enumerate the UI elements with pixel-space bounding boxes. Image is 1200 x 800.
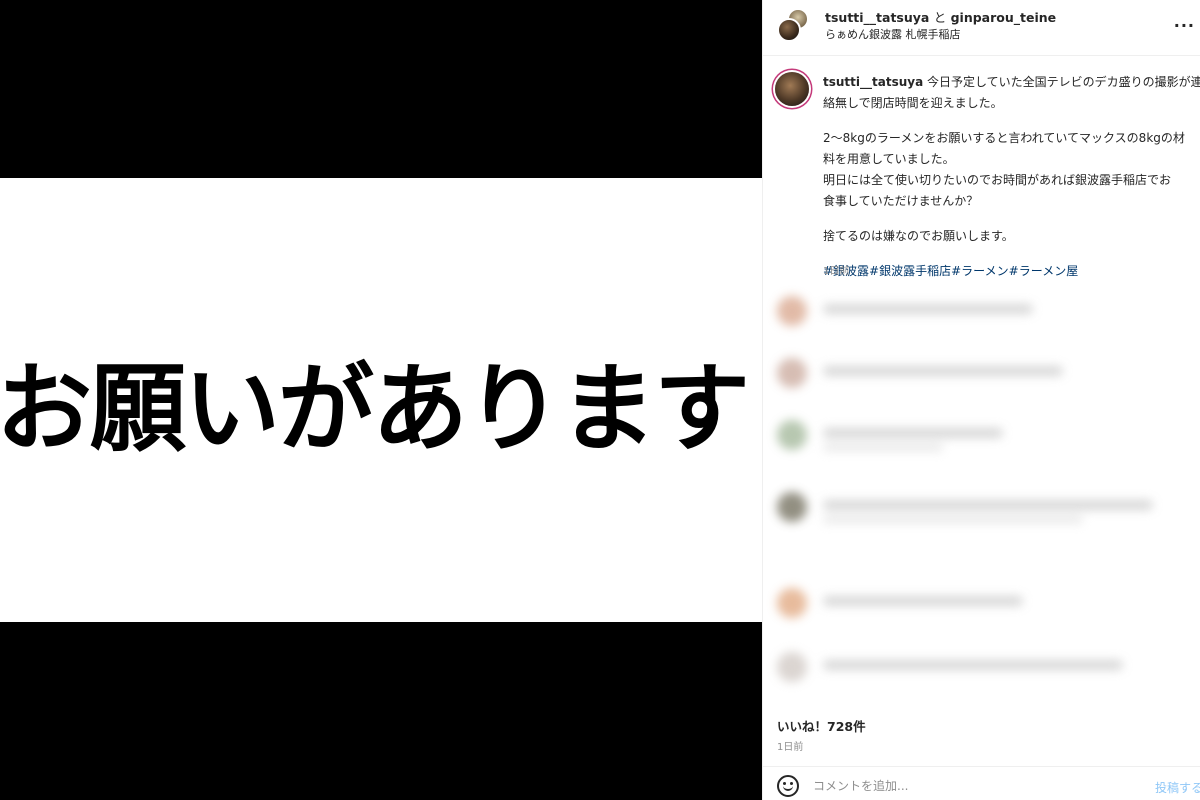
avatar [777,420,807,450]
comment-composer: 投稿する [763,766,1200,800]
post-header: tsutti__tatsuya と ginparou_teine らぁめん銀波露… [763,0,1200,56]
comment-blur [823,366,1063,376]
comment-blur [823,304,1033,314]
collab-avatars[interactable] [777,8,811,42]
avatar [777,358,807,388]
comment-input[interactable] [813,776,1133,796]
caption-text: 2〜8kgのラーメンをお願いすると言われていてマックスの8kgの材 [823,131,1185,145]
comments-list-blurred [763,288,1200,706]
list-item [763,648,1200,688]
comment-blur [823,596,1023,606]
emoji-icon[interactable] [777,775,799,797]
caption-username[interactable]: tsutti__tatsuya [823,75,923,89]
media-text: お願いがあります [0,352,750,465]
avatar [777,296,807,326]
comment-blur [823,516,1083,523]
avatar[interactable] [775,72,809,106]
caption-text: 食事していただけませんか？ [823,194,979,208]
comment-blur [823,428,1003,438]
avatar[interactable] [777,18,801,42]
more-options-icon[interactable]: ... [1174,12,1195,31]
post-comment-button[interactable]: 投稿する [1155,779,1200,796]
media-image: お願いがあります [0,178,762,622]
post-media: お願いがあります [0,0,762,800]
comment-blur [823,500,1153,510]
avatar [777,652,807,682]
list-item [763,416,1200,456]
author-link[interactable]: tsutti__tatsuya [825,10,929,25]
post-timestamp: 1日前 [777,742,804,753]
caption-text: 明日には全て使い切りたいのでお時間があれば銀波露手稲店でお [823,173,1172,187]
comment-blur [823,444,943,451]
post-authors: tsutti__tatsuya と ginparou_teine [825,7,1056,26]
list-item [763,584,1200,624]
avatar [777,492,807,522]
list-item [763,488,1200,528]
author-link[interactable]: ginparou_teine [951,10,1057,25]
author-conjunction: と [933,10,947,25]
like-count[interactable]: いいね！728件 [777,716,866,735]
caption-text: 捨てるのは嫌なのでお願いします。 [823,229,1014,243]
caption-text: 絡無しで閉店時間を迎えました。 [823,96,1003,110]
location-link[interactable]: らぁめん銀波露 札幌手稲店 [825,26,961,42]
caption-timestamp: 1日前 [823,266,850,277]
avatar [777,588,807,618]
caption-text: 料を用意していました。 [823,152,955,166]
list-item [763,292,1200,332]
caption-hashtags[interactable]: #銀波露#銀波露手稲店#ラーメン#ラーメン屋 [823,261,1200,282]
caption-text: 今日予定していた全国テレビのデカ盛りの撮影が連 [927,75,1200,89]
post-panel: tsutti__tatsuya と ginparou_teine らぁめん銀波露… [762,0,1200,800]
comment-blur [823,660,1123,670]
caption: tsutti__tatsuya 今日予定していた全国テレビのデカ盛りの撮影が連 … [823,72,1200,282]
list-item [763,354,1200,394]
